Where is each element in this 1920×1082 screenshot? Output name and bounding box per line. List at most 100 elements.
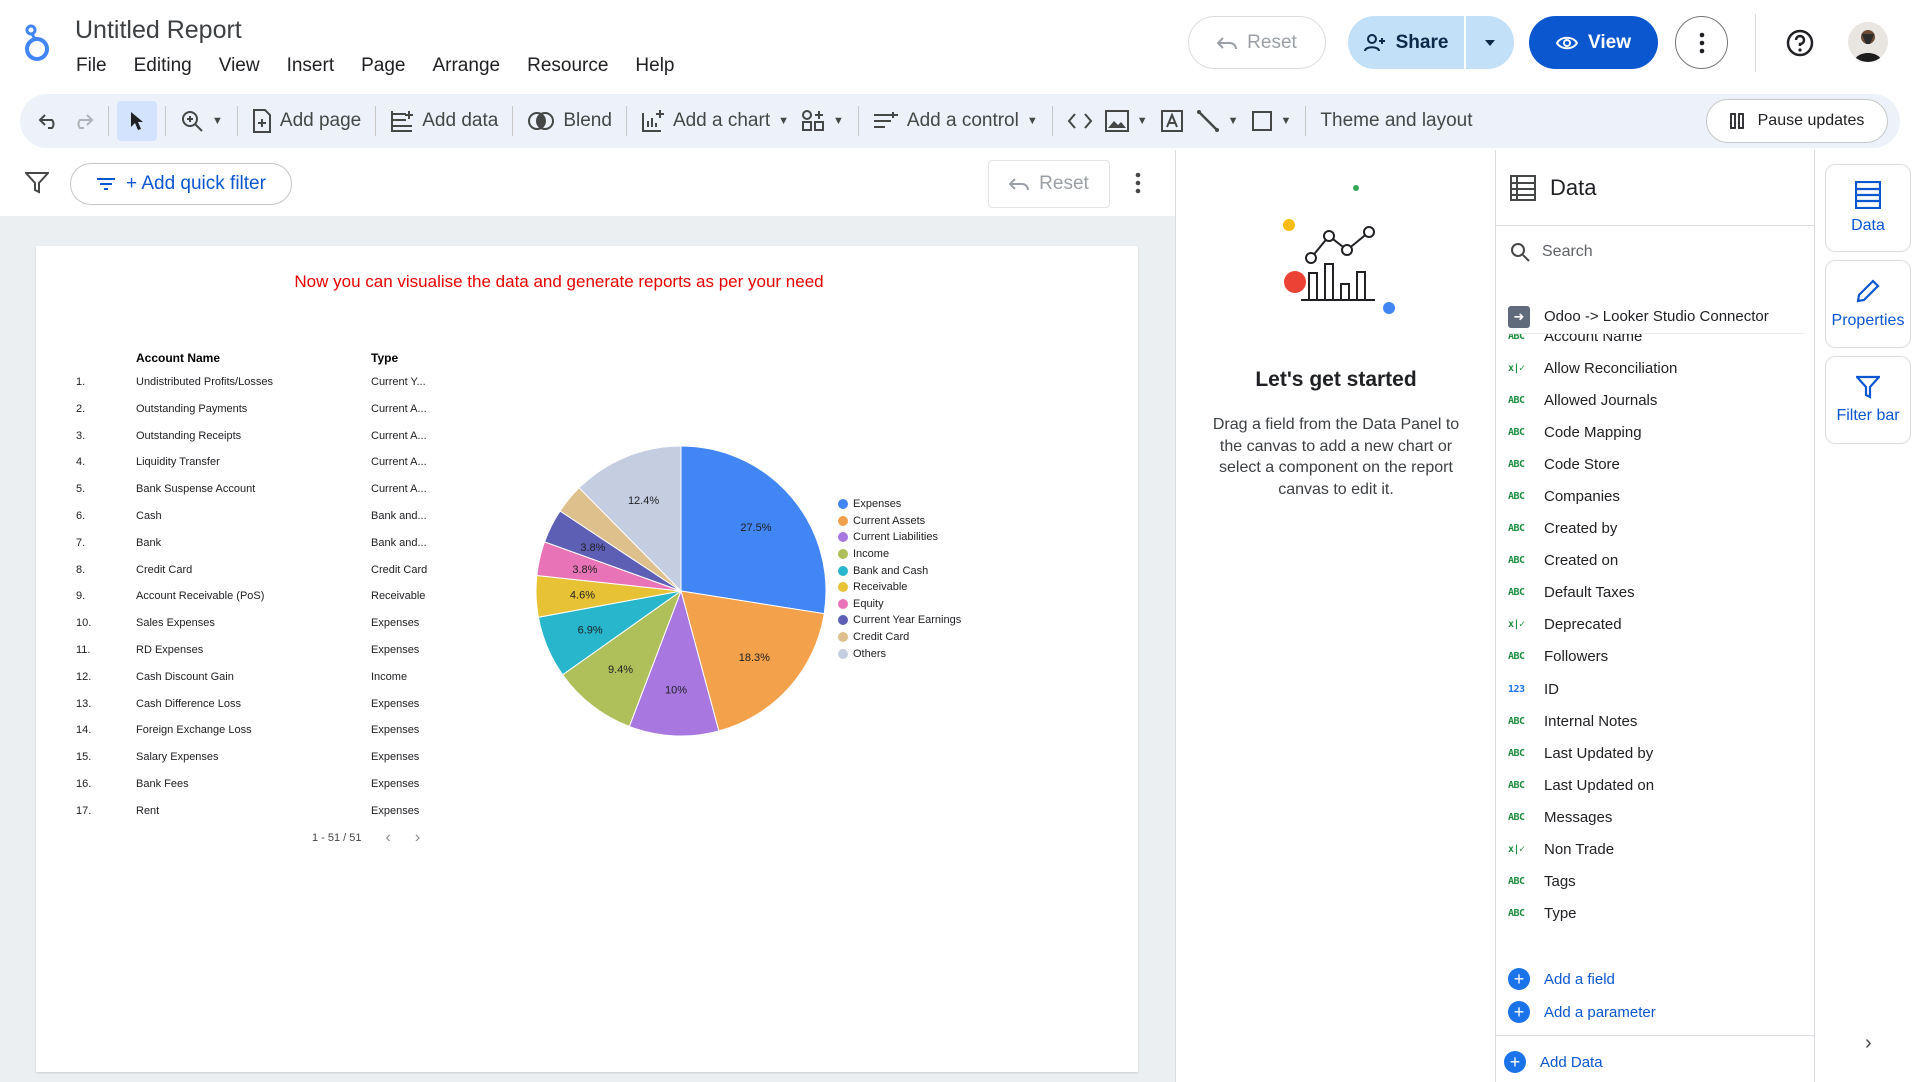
- menu-file[interactable]: File: [76, 55, 107, 77]
- pie-chart[interactable]: 27.5% 18.3% 10% 9.4% 6.9% 4.6% 3.8% 3.8% 12.4%: [516, 426, 846, 756]
- data-source-item[interactable]: ➜ Odoo -> Looker Studio Connector: [1508, 300, 1804, 334]
- table-row[interactable]: 15. Salary Expenses Expenses: [36, 751, 456, 777]
- line-button[interactable]: ▼: [1190, 101, 1245, 141]
- table-row[interactable]: 8. Credit Card Credit Card: [36, 564, 456, 590]
- report-title[interactable]: Untitled Report: [75, 16, 242, 45]
- table-row[interactable]: 16. Bank Fees Expenses: [36, 778, 456, 804]
- help-icon[interactable]: [1785, 28, 1815, 58]
- shape-button[interactable]: ▼: [1245, 101, 1298, 141]
- image-button[interactable]: ▼: [1099, 101, 1154, 141]
- legend-item[interactable]: Credit Card: [838, 629, 961, 646]
- table-row[interactable]: 1. Undistributed Profits/Losses Current Y.…: [36, 376, 456, 402]
- field-item[interactable]: ABC Messages: [1508, 801, 1804, 833]
- field-item[interactable]: x|✓ Deprecated: [1508, 609, 1804, 641]
- table-row[interactable]: 9. Account Receivable (PoS) Receivable: [36, 590, 456, 616]
- field-item[interactable]: ABC Tags: [1508, 866, 1804, 898]
- legend-item[interactable]: Current Year Earnings: [838, 612, 961, 629]
- table-row[interactable]: 11. RD Expenses Expenses: [36, 644, 456, 670]
- field-item[interactable]: ABC Created on: [1508, 545, 1804, 577]
- search-input[interactable]: Search: [1542, 243, 1593, 261]
- embed-url-button[interactable]: [1061, 101, 1099, 141]
- table-row[interactable]: 7. Bank Bank and...: [36, 537, 456, 563]
- legend-item[interactable]: Bank and Cash: [838, 562, 961, 579]
- field-item[interactable]: x|✓ Allow Reconciliation: [1508, 352, 1804, 384]
- community-viz-button[interactable]: ▼: [795, 101, 850, 141]
- zoom-button[interactable]: ▼: [174, 101, 229, 141]
- field-item[interactable]: ABC Code Store: [1508, 448, 1804, 480]
- redo-button[interactable]: [66, 101, 100, 141]
- table-row[interactable]: 4. Liquidity Transfer Current A...: [36, 456, 456, 482]
- share-button[interactable]: Share: [1348, 16, 1464, 69]
- chevron-right-icon[interactable]: ›: [1865, 1032, 1872, 1055]
- legend-item[interactable]: Current Assets: [838, 513, 961, 530]
- share-dropdown-button[interactable]: [1466, 16, 1514, 69]
- table-row[interactable]: 3. Outstanding Receipts Current A...: [36, 430, 456, 456]
- column-header-type[interactable]: Type: [371, 351, 398, 365]
- add-data-source-button[interactable]: + Add Data: [1504, 1051, 1603, 1073]
- field-item[interactable]: ABC Type: [1508, 898, 1804, 930]
- menu-resource[interactable]: Resource: [527, 55, 608, 77]
- field-item[interactable]: ABC Followers: [1508, 641, 1804, 673]
- pause-updates-button[interactable]: Pause updates: [1706, 99, 1888, 143]
- field-item[interactable]: ABC Account Name: [1508, 334, 1804, 352]
- theme-layout-button[interactable]: Theme and layout: [1314, 101, 1478, 141]
- table-row[interactable]: 17. Rent Expenses: [36, 805, 456, 831]
- field-item[interactable]: ABC Companies: [1508, 480, 1804, 512]
- field-item[interactable]: ABC Last Updated on: [1508, 769, 1804, 801]
- rail-properties-button[interactable]: Properties: [1825, 260, 1911, 348]
- rail-data-button[interactable]: Data: [1825, 164, 1911, 252]
- field-item[interactable]: ABCWebsite Messages: [1508, 930, 1804, 934]
- add-data-button[interactable]: Add data: [384, 101, 504, 141]
- field-item[interactable]: x|✓ Non Trade: [1508, 834, 1804, 866]
- field-item[interactable]: ABC Allowed Journals: [1508, 384, 1804, 416]
- rail-filter-bar-button[interactable]: Filter bar: [1825, 356, 1911, 444]
- blend-button[interactable]: Blend: [521, 101, 618, 141]
- text-button[interactable]: [1154, 101, 1190, 141]
- table-row[interactable]: 2. Outstanding Payments Current A...: [36, 403, 456, 429]
- more-vert-icon[interactable]: [1135, 172, 1141, 194]
- legend-item[interactable]: Current Liabilities: [838, 529, 961, 546]
- field-item[interactable]: ABC Created by: [1508, 513, 1804, 545]
- table-row[interactable]: 5. Bank Suspense Account Current A...: [36, 483, 456, 509]
- table-row[interactable]: 6. Cash Bank and...: [36, 510, 456, 536]
- table-row[interactable]: 14. Foreign Exchange Loss Expenses: [36, 724, 456, 750]
- user-avatar[interactable]: [1848, 22, 1888, 62]
- report-page[interactable]: Now you can visualise the data and gener…: [36, 246, 1138, 1072]
- add-control-button[interactable]: Add a control ▼: [867, 101, 1044, 141]
- view-button[interactable]: View: [1529, 16, 1658, 69]
- add-field-button[interactable]: + Add a field: [1508, 968, 1615, 990]
- add-quick-filter-button[interactable]: + Add quick filter: [70, 163, 292, 205]
- select-tool-button[interactable]: [117, 101, 157, 141]
- looker-studio-logo-icon[interactable]: [22, 22, 52, 62]
- field-item[interactable]: 123 ID: [1508, 673, 1804, 705]
- legend-item[interactable]: Receivable: [838, 579, 961, 596]
- column-header-account-name[interactable]: Account Name: [136, 351, 220, 365]
- table-row[interactable]: 12. Cash Discount Gain Income: [36, 671, 456, 697]
- add-page-button[interactable]: Add page: [246, 101, 367, 141]
- table-row[interactable]: 13. Cash Difference Loss Expenses: [36, 698, 456, 724]
- prev-page-icon[interactable]: ‹: [386, 829, 391, 847]
- legend-item[interactable]: Others: [838, 645, 961, 662]
- legend-item[interactable]: Expenses: [838, 496, 961, 513]
- filter-icon[interactable]: [25, 172, 49, 194]
- field-search[interactable]: Search: [1510, 242, 1593, 262]
- legend-item[interactable]: Income: [838, 546, 961, 563]
- field-item[interactable]: ABC Code Mapping: [1508, 416, 1804, 448]
- menu-help[interactable]: Help: [635, 55, 674, 77]
- menu-editing[interactable]: Editing: [134, 55, 192, 77]
- field-item[interactable]: ABC Default Taxes: [1508, 577, 1804, 609]
- reset-filters-button[interactable]: Reset: [988, 160, 1110, 208]
- field-item[interactable]: ABC Internal Notes: [1508, 705, 1804, 737]
- table-row[interactable]: 10. Sales Expenses Expenses: [36, 617, 456, 643]
- menu-insert[interactable]: Insert: [287, 55, 335, 77]
- field-item[interactable]: ABC Last Updated by: [1508, 737, 1804, 769]
- more-options-button[interactable]: [1675, 16, 1728, 69]
- reset-button[interactable]: Reset: [1188, 16, 1326, 69]
- menu-view[interactable]: View: [219, 55, 260, 77]
- menu-arrange[interactable]: Arrange: [432, 55, 500, 77]
- legend-item[interactable]: Equity: [838, 596, 961, 613]
- undo-button[interactable]: [32, 101, 66, 141]
- add-chart-button[interactable]: Add a chart ▼: [635, 101, 795, 141]
- add-parameter-button[interactable]: + Add a parameter: [1508, 1001, 1656, 1023]
- menu-page[interactable]: Page: [361, 55, 405, 77]
